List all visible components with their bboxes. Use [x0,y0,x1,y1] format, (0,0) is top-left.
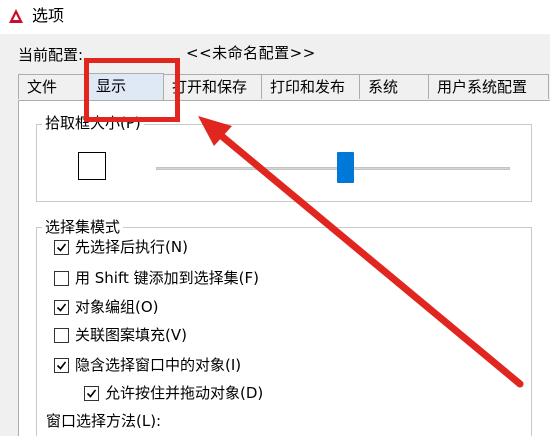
title-bar: 选项 [0,0,550,34]
object-grouping-label: 对象编组(O) [75,298,159,316]
pickbox-slider-thumb[interactable] [337,152,354,183]
pickbox-preview [78,152,106,180]
checkmark-icon [56,243,67,252]
checkmark-icon [56,361,67,370]
shift-add-checkbox[interactable] [54,270,69,286]
shift-add-label: 用 Shift 键添加到选择集(F) [75,269,259,287]
associative-hatch-label: 关联图案填充(V) [75,326,187,344]
checkmark-icon [86,389,97,398]
annotation-highlight-box [84,58,180,122]
implied-windowing-label: 隐含选择窗口中的对象(I) [75,356,242,374]
current-profile-value: <<未命名配置>> [186,44,316,62]
object-grouping-option[interactable]: 对象编组(O) [54,298,159,316]
tab-files[interactable]: 文件 [18,74,88,99]
options-dialog: 选项 当前配置: <<未命名配置>> 文件 显示 打开和保存 打印和发布 系统 … [0,0,550,436]
press-and-drag-checkbox[interactable] [84,385,99,401]
selection-modes-title: 选择集模式 [42,218,124,236]
press-and-drag-label: 允许按住并拖动对象(D) [105,384,264,402]
press-and-drag-option[interactable]: 允许按住并拖动对象(D) [84,384,263,402]
tab-system[interactable]: 系统 [359,74,429,99]
checkmark-icon [56,303,67,312]
autocad-icon [9,9,23,23]
pickbox-size-group [36,124,532,202]
noun-verb-label: 先选择后执行(N) [75,238,188,256]
associative-hatch-option[interactable]: 关联图案填充(V) [54,326,187,344]
pickbox-slider-track[interactable] [156,167,510,170]
current-profile-label: 当前配置: [18,46,84,64]
window-title: 选项 [32,6,65,25]
tab-plot-and-publish[interactable]: 打印和发布 [261,74,360,99]
associative-hatch-checkbox[interactable] [54,327,69,343]
implied-windowing-checkbox[interactable] [54,357,69,373]
object-grouping-checkbox[interactable] [54,299,69,315]
shift-add-option[interactable]: 用 Shift 键添加到选择集(F) [54,269,259,287]
noun-verb-checkbox[interactable] [54,239,69,255]
implied-windowing-option[interactable]: 隐含选择窗口中的对象(I) [54,356,241,374]
window-selection-method-label: 窗口选择方法(L): [46,412,162,430]
tab-user-preferences[interactable]: 用户系统配置 [428,74,549,99]
noun-verb-selection-option[interactable]: 先选择后执行(N) [54,238,188,256]
